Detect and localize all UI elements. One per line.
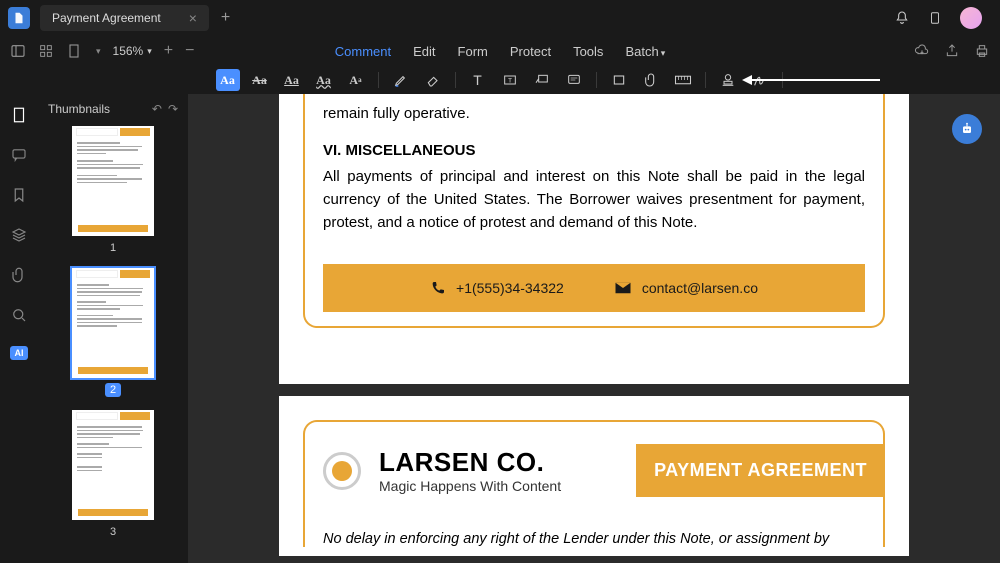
thumbnails-icon[interactable]: [10, 106, 28, 124]
contact-band: +1(555)34-34322 contact@larsen.co: [323, 264, 865, 312]
thumbnail-page-1[interactable]: [72, 126, 154, 236]
thumbnails-title: Thumbnails: [48, 102, 110, 116]
text-tool[interactable]: T: [466, 69, 490, 91]
body-text: No delay in enforcing any right of the L…: [323, 531, 865, 547]
document-tab[interactable]: Payment Agreement ×: [40, 5, 209, 31]
company-tagline: Magic Happens With Content: [379, 478, 561, 494]
comments-panel-icon[interactable]: [10, 146, 28, 164]
attachments-panel-icon[interactable]: [10, 266, 28, 284]
document-page: remain fully operative. VI. MISCELLANEOU…: [279, 94, 909, 384]
chevron-down-icon[interactable]: ▾: [147, 46, 152, 57]
left-rail: AI: [0, 94, 38, 563]
thumbnails-panel: Thumbnails ↶ ↷ 1: [38, 94, 188, 563]
zoom-in-button[interactable]: +: [164, 42, 173, 60]
layers-icon[interactable]: [10, 226, 28, 244]
stamp-tool[interactable]: [716, 69, 740, 91]
bell-icon[interactable]: [894, 10, 910, 26]
tab-title: Payment Agreement: [52, 11, 161, 25]
section-heading: VI. MISCELLANEOUS: [323, 139, 865, 162]
app-logo-icon: [12, 11, 26, 25]
menu-form[interactable]: Form: [458, 44, 488, 59]
zoom-out-button[interactable]: −: [185, 42, 194, 60]
chevron-down-icon[interactable]: ▾: [96, 46, 101, 57]
annotation-arrow: [750, 79, 880, 81]
measure-tool[interactable]: [671, 69, 695, 91]
thumbnail-page-3[interactable]: [72, 410, 154, 520]
share-icon[interactable]: [944, 43, 960, 59]
phone-icon: [430, 280, 446, 296]
ai-fab-button[interactable]: [952, 114, 982, 144]
squiggly-tool[interactable]: Aa: [312, 69, 336, 91]
separator: [378, 72, 379, 88]
email-address: contact@larsen.co: [642, 280, 758, 296]
sidebar-toggle-icon[interactable]: [10, 43, 26, 59]
document-title-tag: PAYMENT AGREEMENT: [636, 444, 885, 497]
tab-add-button[interactable]: +: [221, 9, 230, 27]
company-logo: [323, 452, 361, 490]
rotate-right-icon[interactable]: ↷: [168, 102, 178, 116]
zoom-level[interactable]: 156% ▾: [113, 44, 152, 58]
separator: [455, 72, 456, 88]
bookmarks-icon[interactable]: [10, 186, 28, 204]
titlebar: Payment Agreement × +: [0, 0, 1000, 36]
rectangle-tool[interactable]: [607, 69, 631, 91]
device-icon[interactable]: [928, 9, 942, 27]
chevron-down-icon: ▾: [661, 48, 666, 58]
thumbnail-label: 3: [48, 526, 178, 538]
document-viewer[interactable]: remain fully operative. VI. MISCELLANEOU…: [188, 94, 1000, 563]
document-page: LARSEN CO. Magic Happens With Content PA…: [279, 396, 909, 556]
page-view-icon[interactable]: [66, 43, 82, 59]
underline-tool[interactable]: Aa: [280, 69, 304, 91]
thumbnail-label: 2: [48, 384, 178, 396]
body-text: remain fully operative.: [323, 102, 865, 125]
grid-view-icon[interactable]: [38, 43, 54, 59]
app-logo[interactable]: [8, 7, 30, 29]
main-menu: Comment Edit Form Protect Tools Batch▾: [335, 44, 665, 59]
menu-batch[interactable]: Batch▾: [625, 44, 665, 59]
body-text: All payments of principal and interest o…: [323, 165, 865, 235]
search-icon[interactable]: [10, 306, 28, 324]
tab-close-icon[interactable]: ×: [189, 10, 197, 26]
view-toolbar: ▾ 156% ▾ + − Comment Edit Form Protect T…: [0, 36, 1000, 66]
menu-edit[interactable]: Edit: [413, 44, 435, 59]
comment-toolbar: Aa Aa Aa Aa Aa T T: [0, 66, 1000, 94]
callout-tool[interactable]: [530, 69, 554, 91]
separator: [705, 72, 706, 88]
email-icon: [614, 281, 632, 295]
rotate-left-icon[interactable]: ↶: [152, 102, 162, 116]
company-name: LARSEN CO.: [379, 447, 561, 478]
text-box-tool[interactable]: T: [498, 69, 522, 91]
attachment-tool[interactable]: [639, 69, 663, 91]
phone-number: +1(555)34-34322: [456, 280, 564, 296]
svg-text:T: T: [507, 78, 511, 85]
cloud-download-icon[interactable]: [914, 43, 930, 59]
thumbnail-label: 1: [48, 242, 178, 254]
robot-icon: [959, 121, 975, 137]
caret-insert-tool[interactable]: Aa: [344, 69, 368, 91]
separator: [596, 72, 597, 88]
note-tool[interactable]: [562, 69, 586, 91]
eraser-tool[interactable]: [421, 69, 445, 91]
avatar[interactable]: [960, 7, 982, 29]
thumbnail-page-2[interactable]: [72, 268, 154, 378]
highlighter-pen-tool[interactable]: [389, 69, 413, 91]
ai-panel-icon[interactable]: AI: [10, 346, 28, 360]
strikethrough-tool[interactable]: Aa: [248, 69, 272, 91]
highlight-text-tool[interactable]: Aa: [216, 69, 240, 91]
menu-comment[interactable]: Comment: [335, 44, 391, 59]
menu-protect[interactable]: Protect: [510, 44, 551, 59]
print-icon[interactable]: [974, 43, 990, 59]
menu-tools[interactable]: Tools: [573, 44, 603, 59]
